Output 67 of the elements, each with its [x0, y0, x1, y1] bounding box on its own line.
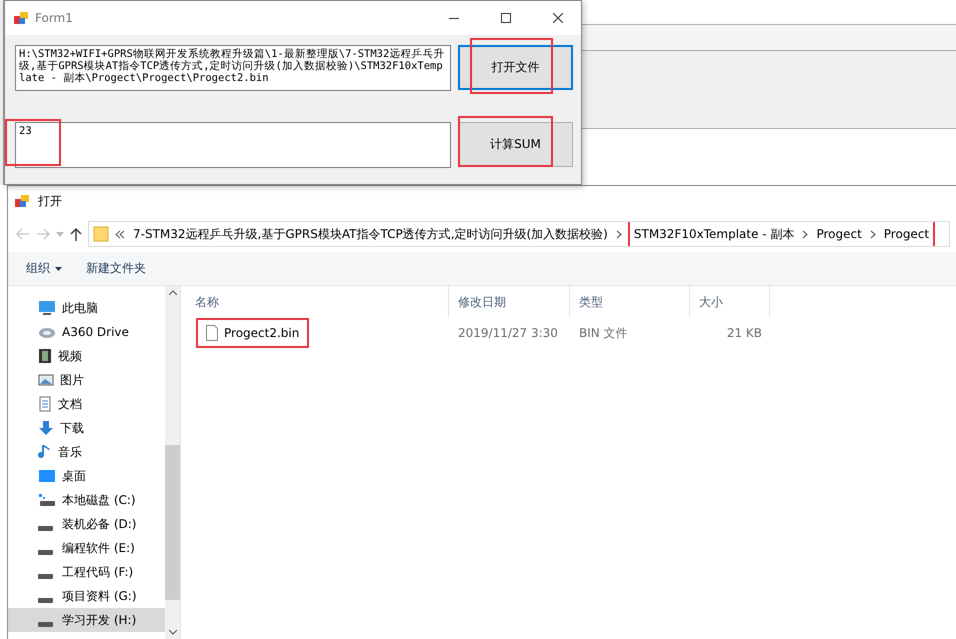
app-icon [13, 11, 29, 25]
sum-button[interactable]: 计算SUM [458, 122, 573, 167]
forward-arrow-icon [36, 228, 50, 240]
dropdown-icon [56, 232, 64, 236]
chevron-icon [616, 230, 622, 238]
scrollbar[interactable] [165, 286, 180, 639]
nav-item[interactable]: 桌面 [8, 464, 165, 488]
drive-icon [38, 526, 53, 531]
chevron-icon [870, 230, 876, 238]
nav-item[interactable]: 视频 [8, 344, 165, 368]
nav-item[interactable]: 编程软件 (E:) [8, 536, 165, 560]
breadcrumb-item[interactable]: STM32F10xTemplate - 副本 [632, 226, 796, 242]
file-icon [206, 325, 218, 341]
caret-icon [55, 266, 62, 270]
sum-field[interactable]: 23 [15, 122, 451, 168]
breadcrumb-item[interactable]: Progect [882, 227, 932, 241]
drive-icon [38, 550, 53, 555]
column-header[interactable]: 名称 [186, 286, 449, 318]
path-field[interactable]: H:\STM32+WIFI+GPRS物联网开发系统教程升级篇\1-最新整理版\7-STM32远程乒乓升级,基于GPRS模块AT指令TCP透传方式,定时访问升级(加入数据校验)\STM32F10xTemplate - 副本\Progect\Progect\Progect2.bin [15, 45, 451, 91]
window-title: Form1 [35, 11, 74, 25]
open-file-button[interactable]: 打开文件 [458, 45, 573, 90]
desktop-icon [38, 469, 56, 483]
table-cell-text: BIN 文件 [578, 324, 629, 342]
nav-item[interactable]: 图片 [8, 368, 165, 392]
down-arrow-icon [38, 420, 54, 436]
scroll-down-icon [168, 630, 176, 635]
address-bar[interactable]: 7-STM32远程乒乓升级,基于GPRS模块AT指令TCP透传方式,定时访问升级(加入数据校验) STM32F10xTemplate - 副本 Progect Progect [88, 221, 950, 247]
cloud-icon [38, 325, 56, 339]
close-icon [553, 13, 563, 23]
folder-icon [93, 226, 109, 242]
column-header[interactable]: 大小 [690, 286, 770, 318]
file-name[interactable]: Progect2.bin [196, 318, 310, 348]
dialog-title: 打开 [38, 192, 62, 210]
table-cell-text: 2019/11/27 3:30 [457, 326, 559, 340]
breadcrumb-item[interactable]: Progect [814, 227, 864, 241]
nav-item[interactable]: 装机必备 (D:) [8, 512, 165, 536]
nav-item[interactable]: 本地磁盘 (C:) [8, 488, 165, 512]
organize-menu[interactable]: 组织 [26, 260, 62, 277]
drive-icon [38, 574, 53, 579]
nav-item[interactable]: 项目资料 (G:) [8, 584, 165, 608]
up-arrow-icon [70, 227, 82, 241]
chevron-icon [802, 230, 808, 238]
column-header[interactable]: 类型 [570, 286, 690, 318]
nav-item[interactable]: 文档 [8, 392, 165, 416]
nav-item[interactable]: 学习开发 (H:) [8, 608, 165, 632]
breadcrumb-item[interactable]: 7-STM32远程乒乓升级,基于GPRS模块AT指令TCP透传方式,定时访问升级(加入数据校验) [131, 226, 610, 242]
music-note-icon [38, 444, 52, 460]
nav-item[interactable]: 下载 [8, 416, 165, 440]
drive-icon [38, 493, 56, 507]
film-icon [38, 348, 52, 364]
column-header[interactable]: 修改日期 [449, 286, 570, 318]
new-folder-button[interactable]: 新建文件夹 [86, 260, 146, 277]
nav-item[interactable]: 音乐 [8, 440, 165, 464]
drive-icon [38, 622, 53, 627]
computer-icon [38, 300, 56, 316]
nav-item[interactable]: A360 Drive [8, 320, 165, 344]
drive-icon [38, 598, 53, 603]
scroll-up-icon [168, 290, 176, 295]
document-icon [38, 396, 52, 412]
back-arrow-icon [16, 228, 30, 240]
image-icon [38, 373, 54, 387]
double-chevron-icon [115, 230, 125, 238]
nav-item[interactable]: 工程代码 (F:) [8, 560, 165, 584]
table-cell-text: 21 KB [726, 326, 763, 340]
nav-item[interactable]: 此电脑 [8, 296, 165, 320]
maximize-icon [501, 13, 511, 23]
app-icon [14, 194, 30, 208]
